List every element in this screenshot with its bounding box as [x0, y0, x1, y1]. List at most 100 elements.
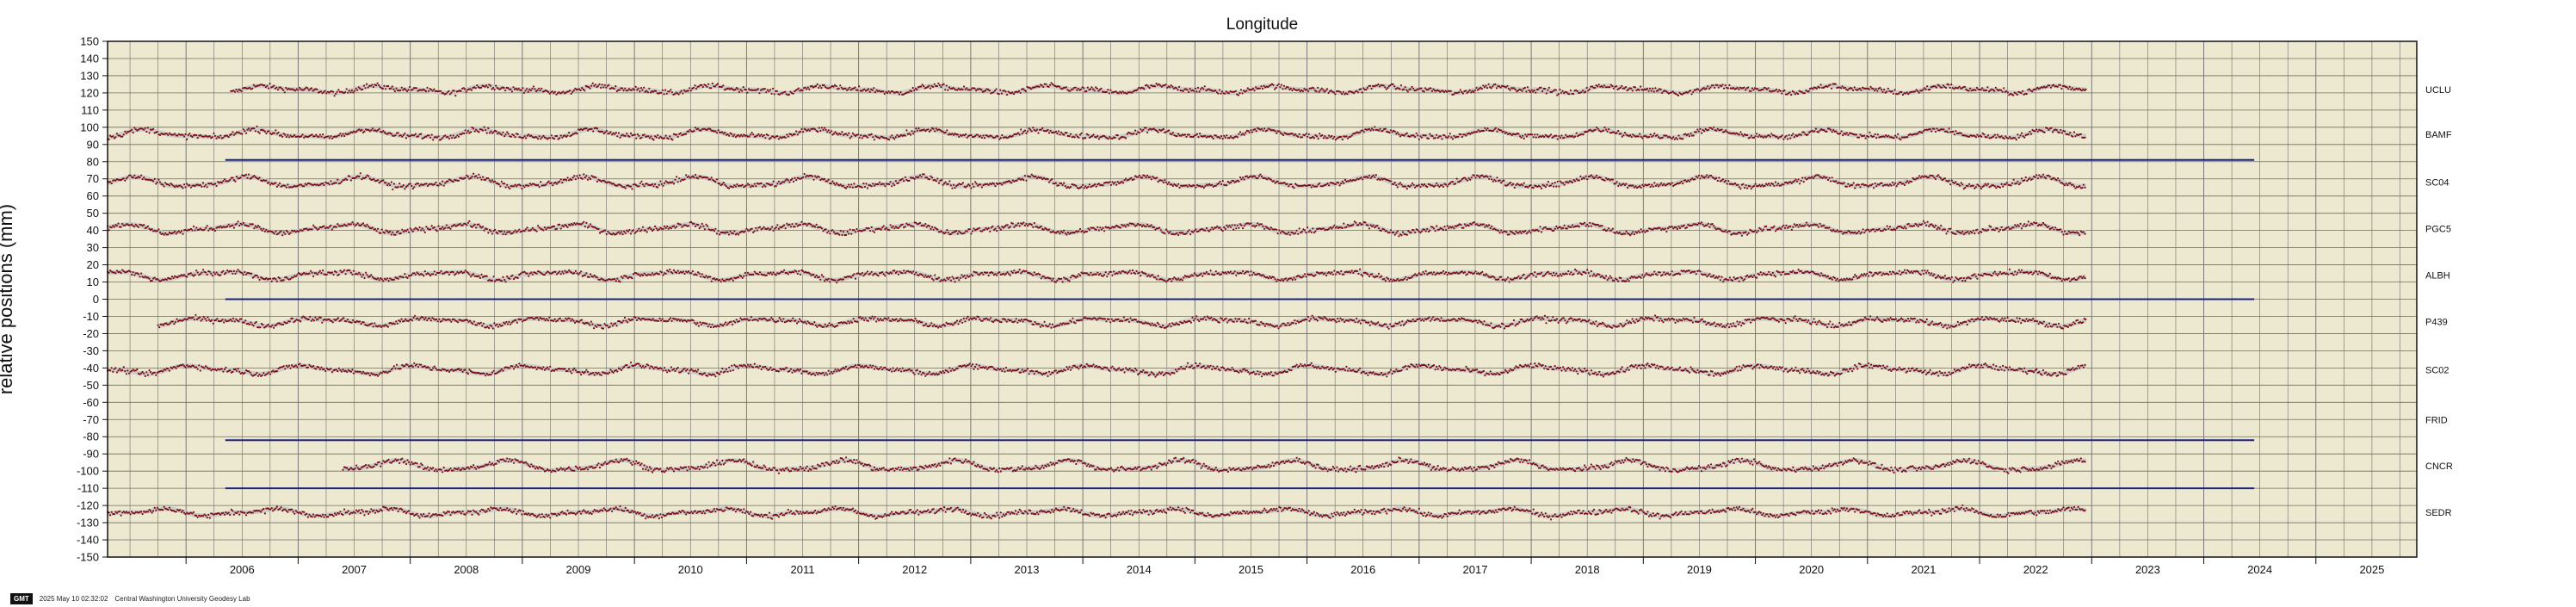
data-point — [1282, 84, 1286, 87]
data-point — [1892, 92, 1895, 95]
data-point — [256, 225, 260, 227]
data-point — [445, 92, 448, 95]
data-point — [988, 90, 991, 92]
data-point — [1757, 135, 1759, 138]
data-point — [2042, 173, 2045, 176]
data-point — [1317, 138, 1319, 140]
data-point — [418, 184, 421, 187]
data-point — [1280, 84, 1282, 86]
data-point — [537, 138, 540, 140]
data-point — [1065, 86, 1067, 89]
data-point — [1915, 89, 1918, 91]
data-point — [2085, 88, 2087, 90]
data-point — [1307, 90, 1310, 92]
data-point — [1171, 184, 1174, 187]
data-point — [1424, 183, 1426, 186]
data-point — [1485, 129, 1488, 132]
data-point — [1529, 184, 1532, 187]
data-point — [277, 131, 280, 133]
data-point — [311, 228, 313, 231]
data-point — [738, 135, 741, 138]
data-point — [1627, 187, 1629, 189]
data-point — [620, 231, 623, 233]
data-point — [917, 127, 920, 130]
data-point — [538, 186, 541, 189]
data-point — [815, 177, 818, 179]
data-point — [879, 181, 881, 183]
data-point — [1176, 135, 1178, 138]
data-point — [429, 136, 432, 139]
data-point — [1725, 179, 1727, 182]
data-point — [429, 228, 432, 231]
data-point — [1734, 182, 1737, 185]
data-point — [254, 225, 256, 227]
data-point — [1713, 126, 1715, 128]
data-point — [985, 90, 987, 92]
data-point — [1500, 182, 1503, 184]
data-point — [831, 180, 834, 183]
data-point — [1441, 183, 1443, 187]
data-point — [982, 134, 985, 137]
data-point — [340, 181, 343, 183]
data-point — [281, 135, 284, 138]
data-point — [776, 135, 779, 138]
data-point — [769, 89, 772, 91]
data-point — [648, 226, 652, 229]
data-point — [405, 230, 408, 232]
data-point — [794, 177, 796, 179]
data-point — [512, 86, 515, 89]
data-point — [397, 230, 399, 232]
data-point — [574, 178, 578, 181]
data-point — [1529, 90, 1532, 93]
data-point — [819, 84, 821, 87]
data-point — [532, 85, 535, 88]
data-point — [863, 185, 867, 189]
data-point — [1362, 87, 1365, 90]
data-point — [1381, 129, 1384, 132]
data-point — [1707, 176, 1709, 179]
data-point — [506, 131, 509, 133]
data-point — [389, 183, 392, 187]
data-point — [1281, 133, 1283, 135]
data-point — [619, 232, 621, 235]
data-point — [1817, 174, 1820, 177]
data-point — [1799, 183, 1801, 185]
data-point — [2055, 129, 2058, 132]
data-point — [1202, 185, 1204, 188]
data-point — [266, 84, 269, 87]
data-point — [794, 226, 796, 228]
data-point — [507, 186, 510, 189]
data-point — [1494, 83, 1497, 86]
data-point — [685, 133, 688, 135]
data-point — [1797, 178, 1800, 181]
data-point — [285, 186, 287, 189]
data-point — [354, 90, 356, 92]
data-point — [1305, 133, 1307, 135]
data-point — [1087, 185, 1090, 189]
data-point — [1910, 180, 1912, 183]
data-point — [1049, 129, 1052, 133]
data-point — [800, 220, 803, 223]
data-point — [1992, 135, 1995, 138]
data-point — [827, 178, 830, 181]
data-point — [497, 131, 500, 133]
data-point — [565, 179, 568, 182]
data-point — [134, 223, 137, 226]
data-point — [1869, 85, 1872, 88]
data-point — [473, 127, 475, 130]
data-point — [1253, 90, 1256, 92]
data-point — [1847, 183, 1850, 185]
data-point — [1061, 183, 1064, 186]
data-point — [1049, 179, 1052, 182]
data-point — [897, 182, 900, 184]
data-point — [1427, 137, 1430, 140]
data-point — [349, 91, 352, 94]
data-point — [1140, 128, 1142, 131]
data-point — [694, 84, 696, 87]
data-point — [452, 180, 454, 183]
data-point — [425, 183, 428, 185]
data-point — [760, 182, 763, 184]
data-point — [1470, 177, 1473, 179]
data-point — [1460, 133, 1462, 136]
data-point — [402, 133, 405, 136]
